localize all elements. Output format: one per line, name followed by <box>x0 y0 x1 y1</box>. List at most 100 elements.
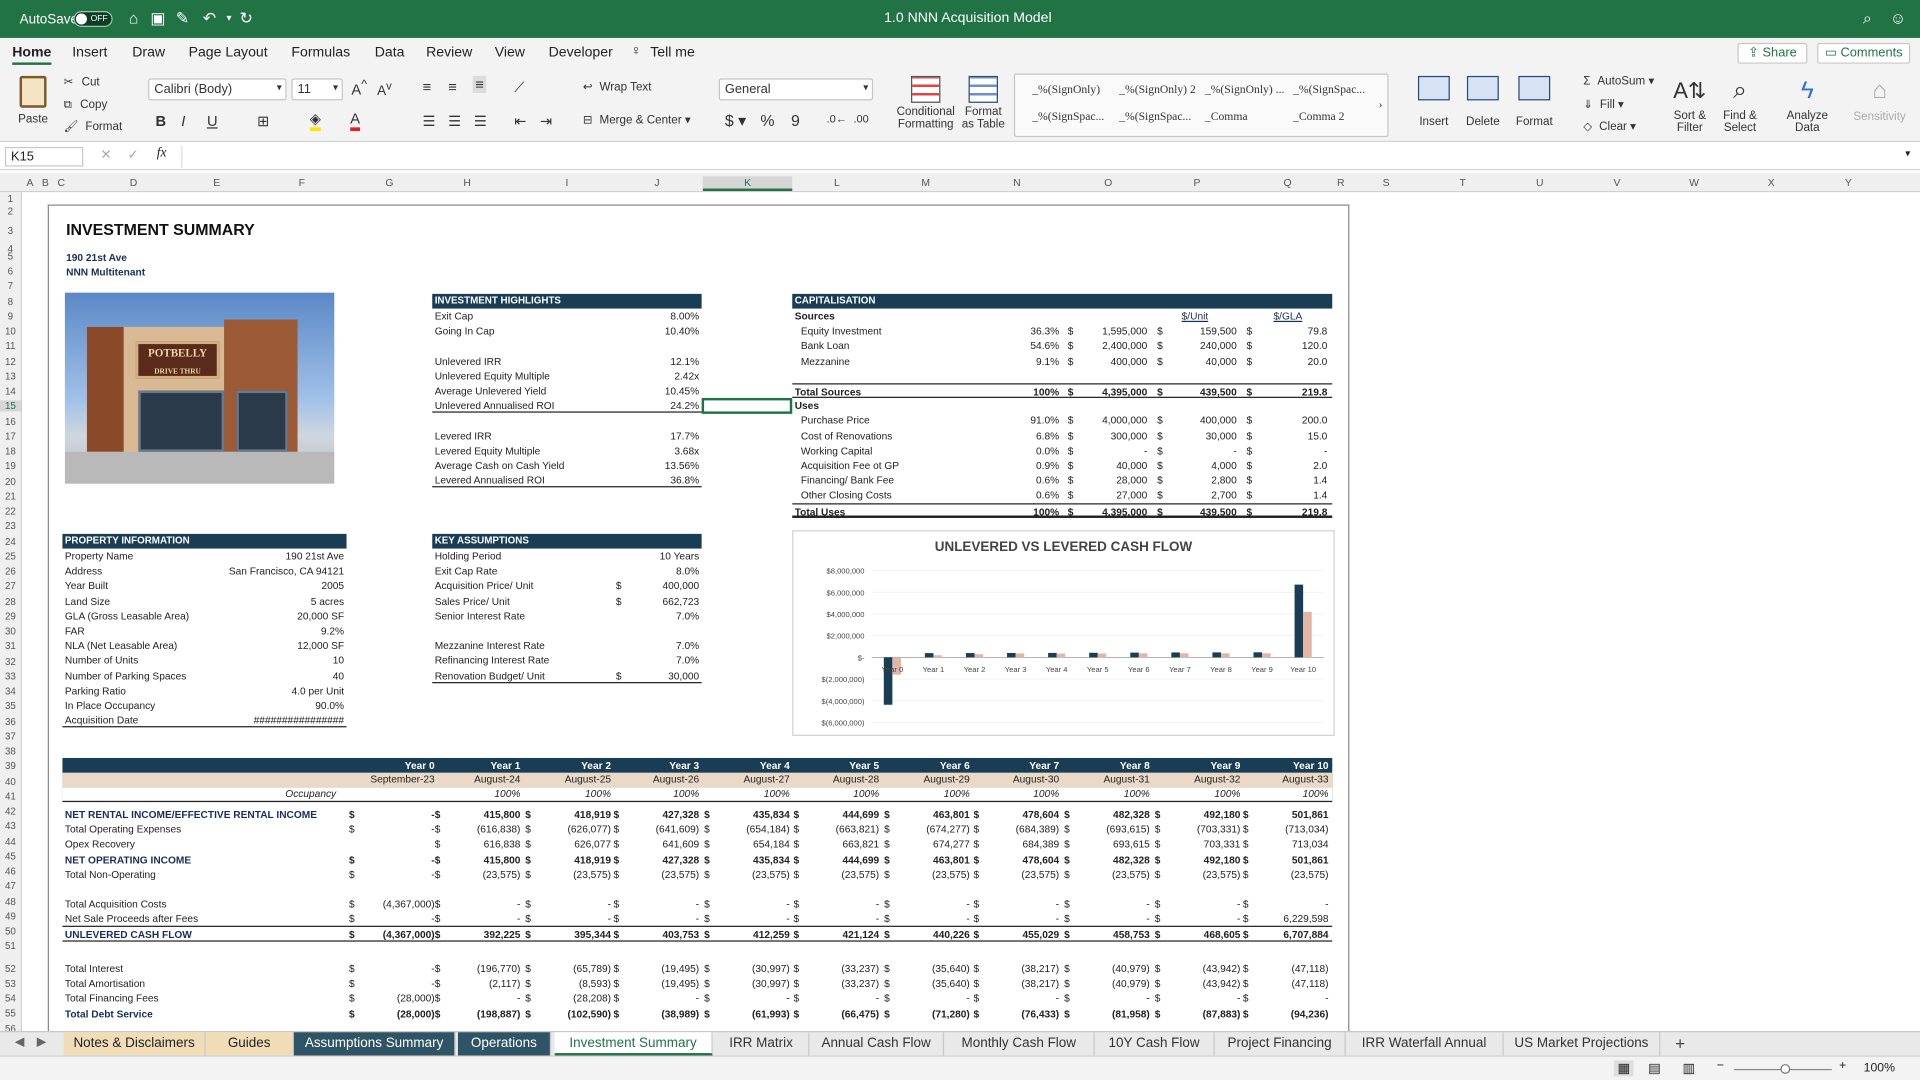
row-header[interactable]: 9 <box>0 311 21 322</box>
chart-bar[interactable] <box>1220 653 1230 658</box>
chart-bar[interactable] <box>965 653 975 658</box>
row-header[interactable]: 2 <box>0 206 21 217</box>
autosave-toggle[interactable]: OFF <box>73 11 113 27</box>
bold-button[interactable]: B <box>156 113 167 130</box>
add-sheet-icon[interactable]: + <box>1675 1033 1685 1053</box>
sort-filter-button[interactable]: A⇅ Sort & Filter <box>1668 76 1712 135</box>
name-box[interactable]: K15 <box>4 146 84 167</box>
copy-button[interactable]: ⧉ Copy <box>64 98 108 111</box>
orientation-icon[interactable]: ⟋ <box>514 78 524 96</box>
chart-bar[interactable] <box>924 653 934 658</box>
row-header[interactable]: 41 <box>0 791 21 802</box>
tab-insert[interactable]: Insert <box>72 45 107 60</box>
comma-icon[interactable]: 9 <box>791 111 800 129</box>
cancel-icon[interactable]: ✕ <box>100 147 111 163</box>
cell-styles-gallery[interactable]: _%(SignOnly) _%(SignOnly) 2 _%(SignOnly)… <box>1013 73 1389 138</box>
comments-button[interactable]: ▭ Comments <box>1817 42 1911 64</box>
row-header[interactable]: 24 <box>0 536 21 547</box>
column-header[interactable]: E <box>197 176 236 188</box>
expand-icon[interactable]: ▾ <box>1905 148 1910 159</box>
font-color-icon[interactable]: A <box>350 110 361 132</box>
edit-icon[interactable]: ✎ <box>174 9 191 27</box>
enter-icon[interactable]: ✓ <box>127 147 138 163</box>
column-header[interactable]: K <box>702 176 793 192</box>
fill-color-icon[interactable]: ◈ <box>309 110 322 132</box>
decrease-decimal-icon[interactable]: .00 <box>853 113 868 125</box>
align-left-icon[interactable]: ☰ <box>422 113 435 130</box>
chart-bar[interactable] <box>1212 652 1221 658</box>
row-header[interactable]: 51 <box>0 941 21 952</box>
row-header[interactable]: 55 <box>0 1008 21 1019</box>
sheet-tab[interactable]: Monthly Cash Flow <box>944 1032 1095 1056</box>
row-header[interactable]: 8 <box>0 296 21 307</box>
tab-draw[interactable]: Draw <box>132 45 165 60</box>
row-header[interactable]: 46 <box>0 866 21 877</box>
row-header[interactable]: 54 <box>0 993 21 1004</box>
redo-icon[interactable]: ↻ <box>238 9 255 27</box>
row-header[interactable]: 6 <box>0 266 21 277</box>
column-header[interactable]: Y <box>1810 176 1887 188</box>
row-header[interactable]: 32 <box>0 656 21 667</box>
borders-icon[interactable]: ⊞ <box>257 113 269 130</box>
merge-center-button[interactable]: ⊟ Merge & Center ▾ <box>583 114 691 127</box>
chart-bar[interactable] <box>1056 653 1066 658</box>
zoom-slider[interactable] <box>1733 1064 1832 1074</box>
paste-button[interactable]: Paste <box>12 75 54 126</box>
chevron-right-icon[interactable]: › <box>1379 99 1383 111</box>
row-header[interactable]: 36 <box>0 716 21 727</box>
row-header[interactable]: 35 <box>0 701 21 712</box>
zoom-level[interactable]: 100% <box>1864 1062 1895 1075</box>
chart-bar[interactable] <box>1089 652 1098 658</box>
chart-bar[interactable] <box>1262 653 1271 658</box>
column-header[interactable]: P <box>1152 176 1241 188</box>
next-sheet-icon[interactable]: ▶ <box>37 1036 46 1049</box>
conditional-formatting-button[interactable]: Conditional Formatting <box>891 75 960 131</box>
worksheet-grid[interactable]: INVESTMENT SUMMARY 190 21st Ave NNN Mult… <box>22 192 1920 1032</box>
font-name-select[interactable]: Calibri (Body) ▾ <box>148 78 287 101</box>
row-header[interactable]: 39 <box>0 761 21 772</box>
row-header[interactable]: 18 <box>0 446 21 457</box>
sheet-tab[interactable]: Notes & Disclaimers <box>63 1032 206 1056</box>
tab-formulas[interactable]: Formulas <box>291 45 350 60</box>
underline-button[interactable]: U <box>207 113 218 130</box>
row-header[interactable]: 28 <box>0 596 21 607</box>
row-header[interactable]: 27 <box>0 581 21 592</box>
column-header[interactable]: I <box>523 176 611 188</box>
chart-bar[interactable] <box>1294 584 1304 658</box>
row-header[interactable]: 17 <box>0 431 21 442</box>
chart-bar[interactable] <box>1097 653 1107 658</box>
increase-decimal-icon[interactable]: .0← <box>827 113 847 125</box>
align-bottom-icon[interactable]: ≡ <box>472 75 487 94</box>
row-header[interactable]: 14 <box>0 386 21 397</box>
row-header[interactable]: 1 <box>0 193 21 204</box>
column-header[interactable]: C <box>53 176 70 188</box>
row-header[interactable]: 20 <box>0 476 21 487</box>
column-header[interactable]: Q <box>1242 176 1334 188</box>
indent-icon[interactable]: ⇥ <box>540 113 552 130</box>
chart-bar[interactable] <box>1138 653 1148 658</box>
column-header[interactable]: V <box>1578 176 1655 188</box>
chart-bar[interactable] <box>1015 653 1025 658</box>
undo-icon[interactable]: ↶ <box>201 9 218 27</box>
align-middle-icon[interactable]: ≡ <box>448 78 457 95</box>
sheet-tab[interactable]: IRR Matrix <box>714 1032 810 1056</box>
cut-button[interactable]: ✂ Cut <box>64 76 100 89</box>
column-header[interactable]: G <box>367 176 411 188</box>
column-header[interactable]: J <box>611 176 703 188</box>
row-header[interactable]: 49 <box>0 911 21 922</box>
formula-input[interactable] <box>181 145 1895 168</box>
row-header[interactable]: 34 <box>0 686 21 697</box>
zoom-in-icon[interactable]: + <box>1839 1059 1846 1072</box>
column-header[interactable]: O <box>1064 176 1152 188</box>
sheet-tab[interactable]: Investment Summary <box>554 1032 713 1056</box>
column-header[interactable]: X <box>1733 176 1810 188</box>
percent-icon[interactable]: % <box>760 111 774 129</box>
row-header[interactable]: 12 <box>0 356 21 367</box>
style-item[interactable]: _Comma 2 <box>1293 111 1344 123</box>
row-header[interactable]: 11 <box>0 341 21 352</box>
format-as-table-button[interactable]: Format as Table <box>960 75 1007 131</box>
column-header[interactable]: D <box>70 176 197 188</box>
find-select-button[interactable]: ⌕ Find & Select <box>1717 76 1764 135</box>
column-header[interactable]: F <box>236 176 367 188</box>
normal-view-icon[interactable]: ▦ <box>1613 1060 1634 1077</box>
